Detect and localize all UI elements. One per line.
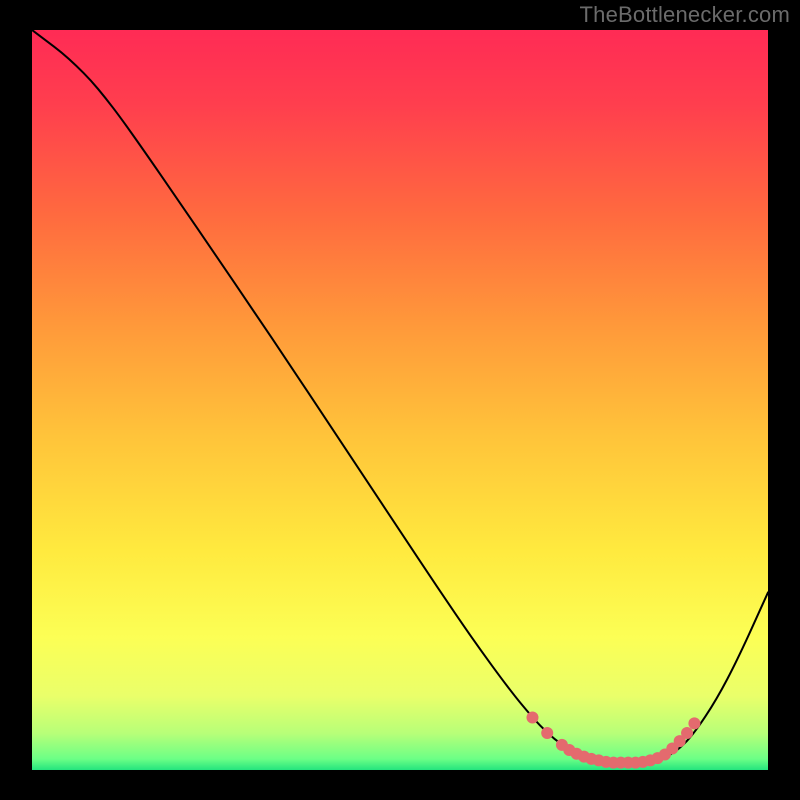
optimal-marker xyxy=(681,727,693,739)
optimal-marker xyxy=(688,717,700,729)
optimal-marker xyxy=(526,711,538,723)
app-frame: TheBottlenecker.com xyxy=(0,0,800,800)
bottleneck-chart xyxy=(32,30,768,770)
chart-background xyxy=(32,30,768,770)
watermark-text: TheBottlenecker.com xyxy=(580,2,790,28)
optimal-marker xyxy=(541,727,553,739)
chart-container xyxy=(32,30,768,770)
